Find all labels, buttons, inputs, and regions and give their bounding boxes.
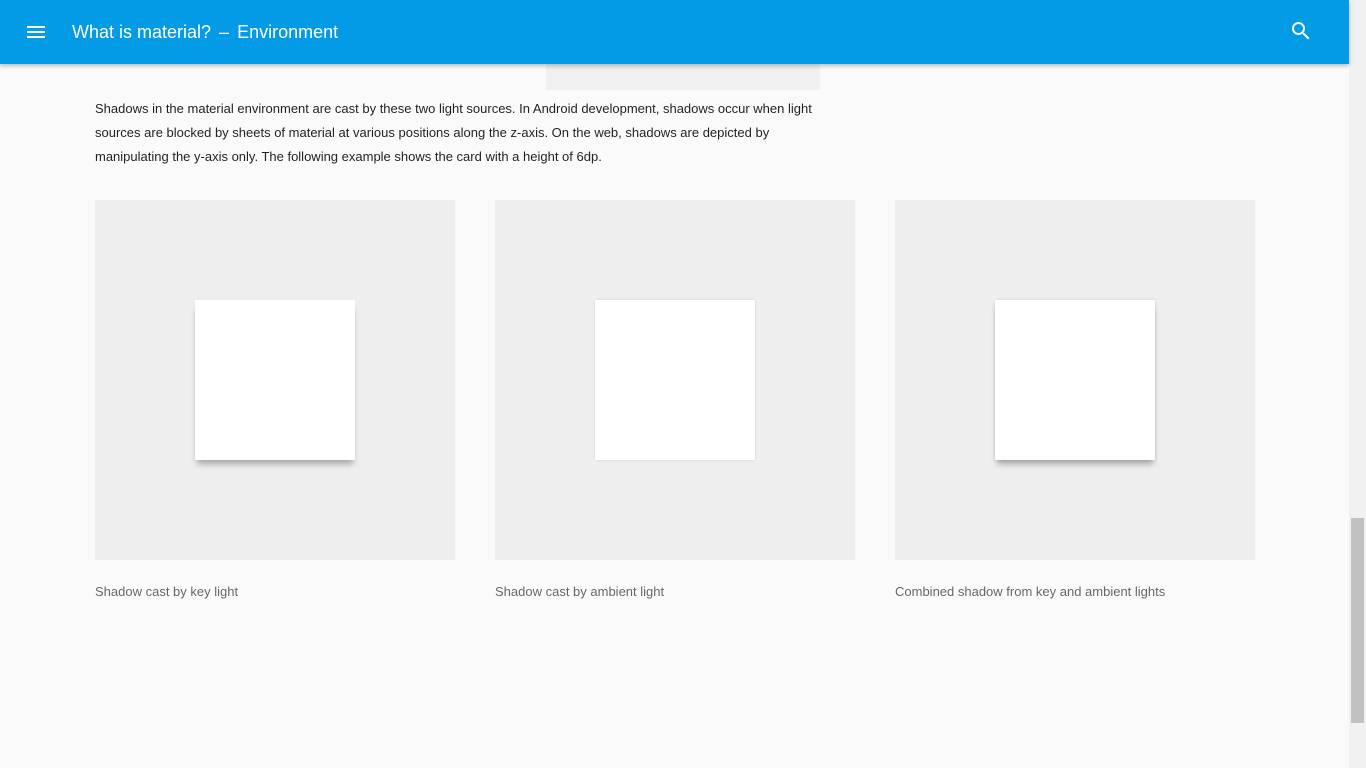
menu-icon[interactable] [24, 20, 48, 44]
title-separator: – [219, 22, 230, 42]
key-light-caption: Shadow cast by key light [95, 584, 239, 599]
search-icon[interactable] [1289, 19, 1313, 43]
page-content: What is material? – Environment Shadows in… [0, 0, 1349, 768]
ambient-light-caption: Shadow cast by ambient light [495, 584, 665, 599]
app-bar: What is material? – Environment [0, 0, 1349, 64]
ambient-light-demo [495, 200, 855, 560]
scrollbar-thumb[interactable] [1351, 518, 1364, 723]
combined-light-demo [895, 200, 1255, 560]
title-text: What is material? [72, 22, 212, 42]
page-title: What is material? – Environment [72, 0, 338, 64]
key-light-demo [95, 200, 455, 560]
demo-card [995, 300, 1155, 460]
combined-light-caption: Combined shadow from key and ambient lig… [895, 584, 1166, 599]
demo-card [195, 300, 355, 460]
shadow-description: Shadows in the material environment are … [95, 101, 812, 164]
section-title: Environment [237, 22, 339, 42]
demo-card [595, 300, 755, 460]
vertical-scrollbar[interactable] [1349, 0, 1366, 768]
